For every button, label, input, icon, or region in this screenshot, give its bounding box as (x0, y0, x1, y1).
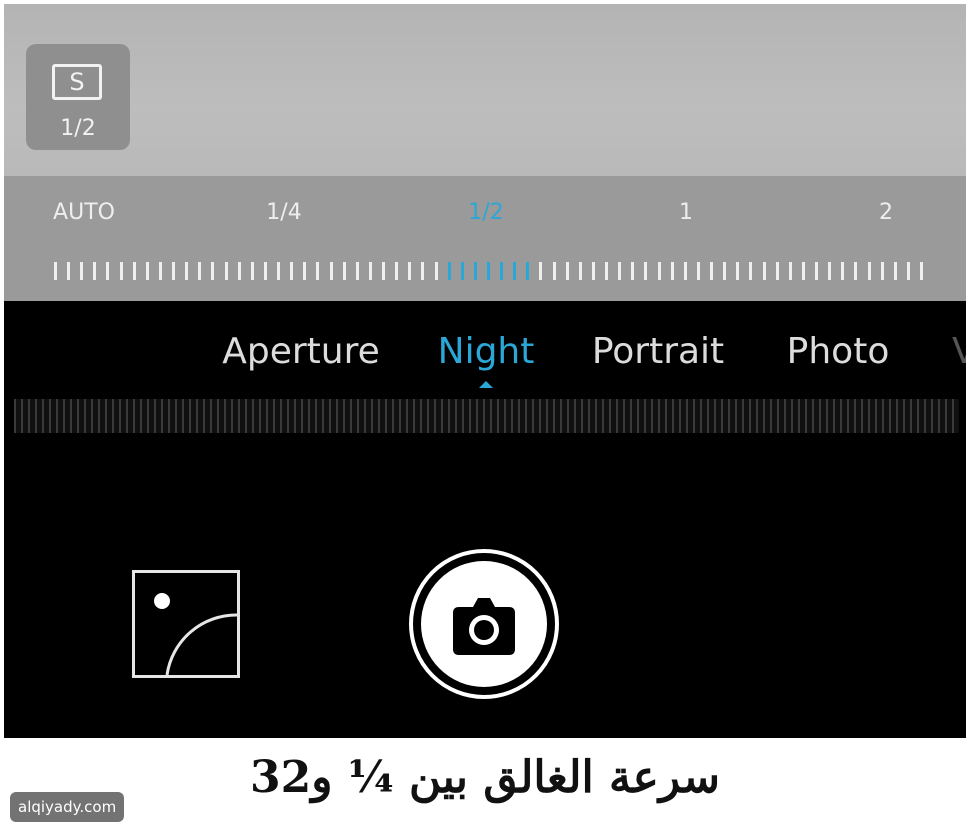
scale-tick (158, 262, 162, 280)
scale-tick (172, 262, 176, 280)
scale-tick (565, 262, 569, 280)
camera-icon (453, 598, 515, 655)
scale-slider[interactable] (54, 262, 923, 282)
scale-tick (893, 262, 897, 280)
scale-tick (552, 262, 556, 280)
scale-tick (500, 262, 504, 280)
shutter-mode-badge[interactable]: S 1/2 (26, 44, 130, 150)
active-mode-indicator (479, 381, 493, 388)
scale-tick (841, 262, 845, 280)
scale-tick (355, 262, 359, 280)
scale-tick (93, 262, 97, 280)
scale-tick (591, 262, 595, 280)
mode-night[interactable]: Night (438, 331, 535, 372)
scale-tick (710, 262, 714, 280)
scale-tick (683, 262, 687, 280)
scale-tick (447, 262, 451, 280)
scale-tick (618, 262, 622, 280)
scale-tick (801, 262, 805, 280)
scale-label-two[interactable]: 2 (879, 200, 893, 225)
scale-tick (342, 262, 346, 280)
scale-tick (749, 262, 753, 280)
scale-tick (631, 262, 635, 280)
scale-tick (513, 262, 517, 280)
scale-tick (277, 262, 281, 280)
scale-tick (395, 262, 399, 280)
scale-tick (119, 262, 123, 280)
scale-tick (67, 262, 71, 280)
scale-tick (290, 262, 294, 280)
scale-tick (880, 262, 884, 280)
viewfinder[interactable]: S 1/2 (4, 4, 966, 176)
shutter-button-face (421, 561, 547, 687)
mode-selector[interactable]: Aperture Night Portrait Photo V (4, 301, 966, 401)
mode-photo[interactable]: Photo (787, 331, 890, 372)
mode-aperture[interactable]: Aperture (222, 331, 380, 372)
scale-tick (815, 262, 819, 280)
scale-tick (185, 262, 189, 280)
scale-tick (329, 262, 333, 280)
caption: سرعة الغالق بين ¼ و32 (249, 752, 721, 803)
scale-label-half[interactable]: 1/2 (468, 200, 503, 225)
scale-tick (263, 262, 267, 280)
scale-tick (145, 262, 149, 280)
scale-tick (867, 262, 871, 280)
scale-tick (421, 262, 425, 280)
scale-tick (723, 262, 727, 280)
scale-label-one[interactable]: 1 (679, 200, 693, 225)
watermark: alqiyady.com (10, 792, 125, 822)
scale-tick (920, 262, 923, 280)
shutter-priority-icon: S (52, 64, 102, 100)
scale-tick (762, 262, 766, 280)
scale-tick (316, 262, 320, 280)
scale-tick (696, 262, 700, 280)
mode-ruler[interactable] (14, 399, 959, 433)
scale-tick (854, 262, 858, 280)
scale-label-quarter[interactable]: 1/4 (266, 200, 301, 225)
scale-tick (736, 262, 740, 280)
camera-app-screen: S 1/2 AUTO 1/4 1/2 1 2 Aperture Night Po… (4, 4, 966, 738)
scale-tick (382, 262, 386, 280)
scale-tick (434, 262, 438, 280)
scale-tick (605, 262, 609, 280)
scale-tick (224, 262, 228, 280)
scale-tick (775, 262, 779, 280)
shutter-speed-value: 1/2 (60, 116, 96, 141)
scale-tick (132, 262, 136, 280)
scale-tick (473, 262, 477, 280)
scale-tick (54, 262, 57, 280)
scale-tick (237, 262, 241, 280)
shutter-button[interactable] (409, 549, 559, 699)
scale-tick (211, 262, 215, 280)
scale-tick (526, 262, 530, 280)
scale-tick (250, 262, 254, 280)
scale-tick (80, 262, 84, 280)
scale-tick (460, 262, 464, 280)
shutter-speed-scale[interactable]: AUTO 1/4 1/2 1 2 (4, 176, 966, 301)
scale-tick (487, 262, 490, 280)
scale-tick (106, 262, 110, 280)
scale-tick (408, 262, 412, 280)
scale-tick (368, 262, 372, 280)
mode-portrait[interactable]: Portrait (592, 331, 724, 372)
gallery-graphic (154, 593, 237, 675)
mode-overflow-glyph: V (952, 331, 966, 372)
scale-tick (539, 262, 543, 280)
scale-tick (578, 262, 582, 280)
scale-tick (644, 262, 648, 280)
scale-tick (657, 262, 661, 280)
gallery-thumbnail-icon[interactable] (132, 570, 240, 678)
scale-tick (670, 262, 674, 280)
scale-tick (198, 262, 202, 280)
scale-tick (828, 262, 832, 280)
scale-tick (906, 262, 910, 280)
scale-tick (788, 262, 792, 280)
scale-label-auto[interactable]: AUTO (53, 200, 115, 225)
scale-tick (303, 262, 307, 280)
